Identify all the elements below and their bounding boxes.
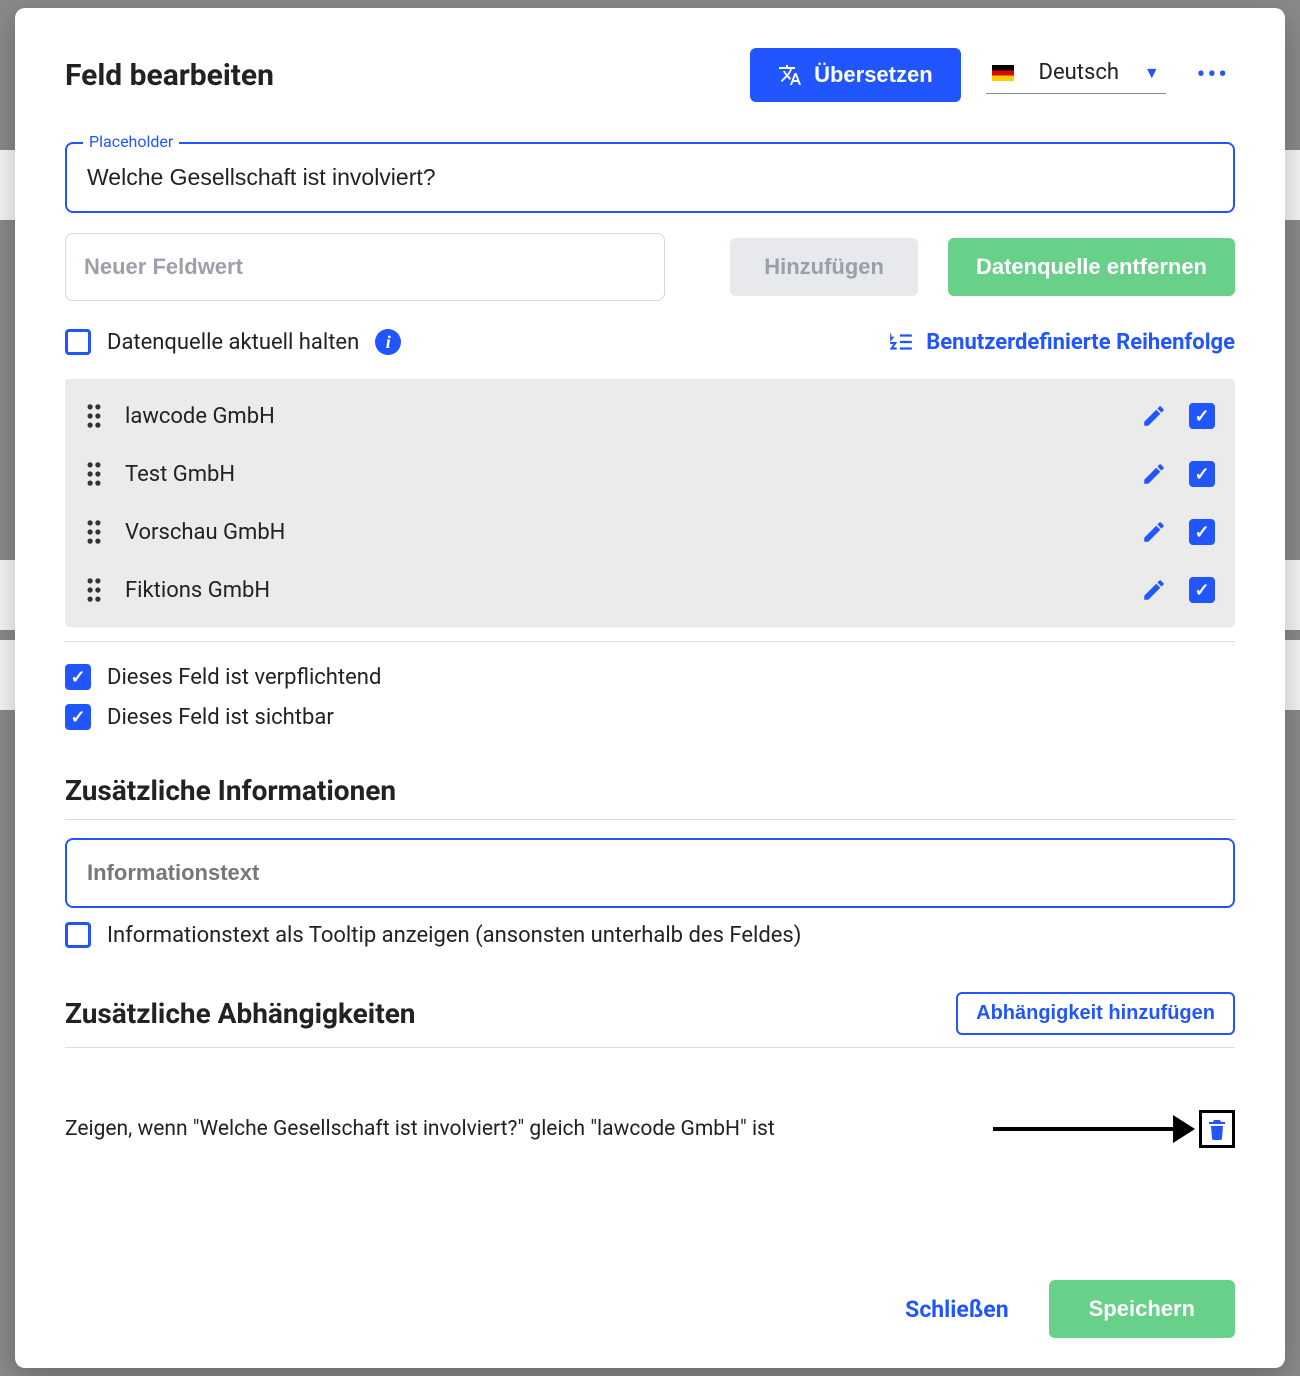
divider [65, 819, 1235, 820]
add-dependency-button[interactable]: Abhängigkeit hinzufügen [956, 992, 1235, 1035]
edit-item-button[interactable] [1141, 577, 1167, 603]
required-checkbox[interactable] [65, 664, 91, 690]
list-item-label: Vorschau GmbH [125, 520, 1119, 545]
drag-handle-icon[interactable] [85, 577, 103, 603]
close-button[interactable]: Schließen [905, 1296, 1008, 1323]
required-label: Dieses Feld ist verpflichtend [107, 665, 381, 690]
placeholder-legend: Placeholder [83, 132, 179, 151]
remove-source-button[interactable]: Datenquelle entfernen [948, 238, 1235, 296]
list-item: lawcode GmbH [65, 387, 1235, 445]
translate-button[interactable]: Übersetzen [750, 48, 961, 102]
language-select[interactable]: Deutsch ▼ [986, 56, 1166, 94]
item-visible-checkbox[interactable] [1189, 577, 1215, 603]
more-menu-button[interactable]: ••• [1191, 60, 1235, 90]
visible-checkbox[interactable] [65, 704, 91, 730]
delete-dependency-button[interactable] [1199, 1110, 1235, 1148]
new-value-input[interactable] [65, 233, 665, 301]
list-item: Fiktions GmbH [65, 561, 1235, 619]
flag-germany-icon [992, 65, 1014, 81]
modal-title: Feld bearbeiten [65, 58, 274, 93]
dependencies-title: Zusätzliche Abhängigkeiten [65, 997, 416, 1030]
tooltip-checkbox[interactable] [65, 922, 91, 948]
dependency-rule-text: Zeigen, wenn "Welche Gesellschaft ist in… [65, 1117, 775, 1141]
list-divider [65, 641, 1235, 642]
info-icon[interactable]: i [375, 329, 401, 355]
list-item: Test GmbH [65, 445, 1235, 503]
edit-item-button[interactable] [1141, 519, 1167, 545]
tooltip-row: Informationstext als Tooltip anzeigen (a… [65, 922, 1235, 948]
header-actions: Übersetzen Deutsch ▼ ••• [750, 48, 1235, 102]
tooltip-label: Informationstext als Tooltip anzeigen (a… [107, 923, 801, 948]
value-list: lawcode GmbH Test GmbH Vorschau GmbH Fik… [65, 379, 1235, 627]
additional-info-header: Zusätzliche Informationen [65, 774, 1235, 807]
keep-source-current-row: Datenquelle aktuell halten i [65, 329, 401, 355]
list-item-label: Fiktions GmbH [125, 578, 1119, 603]
edit-item-button[interactable] [1141, 403, 1167, 429]
list-item-label: lawcode GmbH [125, 404, 1119, 429]
sort-icon [888, 329, 914, 355]
trash-icon [1205, 1116, 1229, 1142]
chevron-down-icon: ▼ [1144, 63, 1160, 83]
list-item-label: Test GmbH [125, 462, 1119, 487]
drag-handle-icon[interactable] [85, 461, 103, 487]
item-visible-checkbox[interactable] [1189, 403, 1215, 429]
translate-icon [778, 63, 802, 87]
keep-source-label: Datenquelle aktuell halten [107, 330, 359, 355]
new-value-row: Hinzufügen Datenquelle entfernen [65, 233, 1235, 301]
translate-label: Übersetzen [814, 62, 933, 88]
drag-handle-icon[interactable] [85, 403, 103, 429]
divider [65, 1047, 1235, 1048]
drag-handle-icon[interactable] [85, 519, 103, 545]
source-flags-row: Datenquelle aktuell halten i Benutzerdef… [65, 329, 1235, 355]
item-visible-checkbox[interactable] [1189, 461, 1215, 487]
dependency-rule-row: Zeigen, wenn "Welche Gesellschaft ist in… [65, 1110, 1235, 1148]
custom-order-label: Benutzerdefinierte Reihenfolge [926, 330, 1235, 355]
save-button[interactable]: Speichern [1049, 1280, 1235, 1338]
list-item: Vorschau GmbH [65, 503, 1235, 561]
custom-order-button[interactable]: Benutzerdefinierte Reihenfolge [888, 329, 1235, 355]
modal-footer: Schließen Speichern [65, 1280, 1235, 1338]
info-text-input[interactable] [65, 838, 1235, 908]
keep-source-checkbox[interactable] [65, 329, 91, 355]
modal-header: Feld bearbeiten Übersetzen Deutsch ▼ ••• [65, 48, 1235, 102]
placeholder-fieldset: Placeholder [65, 142, 1235, 213]
additional-info-title: Zusätzliche Informationen [65, 774, 396, 807]
add-value-button: Hinzufügen [730, 238, 918, 296]
visible-row: Dieses Feld ist sichtbar [65, 704, 1235, 730]
language-label: Deutsch [1028, 60, 1130, 85]
placeholder-input[interactable] [87, 164, 1213, 191]
visible-label: Dieses Feld ist sichtbar [107, 705, 334, 730]
edit-item-button[interactable] [1141, 461, 1167, 487]
dependencies-header: Zusätzliche Abhängigkeiten Abhängigkeit … [65, 992, 1235, 1035]
required-row: Dieses Feld ist verpflichtend [65, 664, 1235, 690]
annotation-arrow [993, 1110, 1235, 1148]
edit-field-modal: Feld bearbeiten Übersetzen Deutsch ▼ •••… [15, 8, 1285, 1368]
item-visible-checkbox[interactable] [1189, 519, 1215, 545]
